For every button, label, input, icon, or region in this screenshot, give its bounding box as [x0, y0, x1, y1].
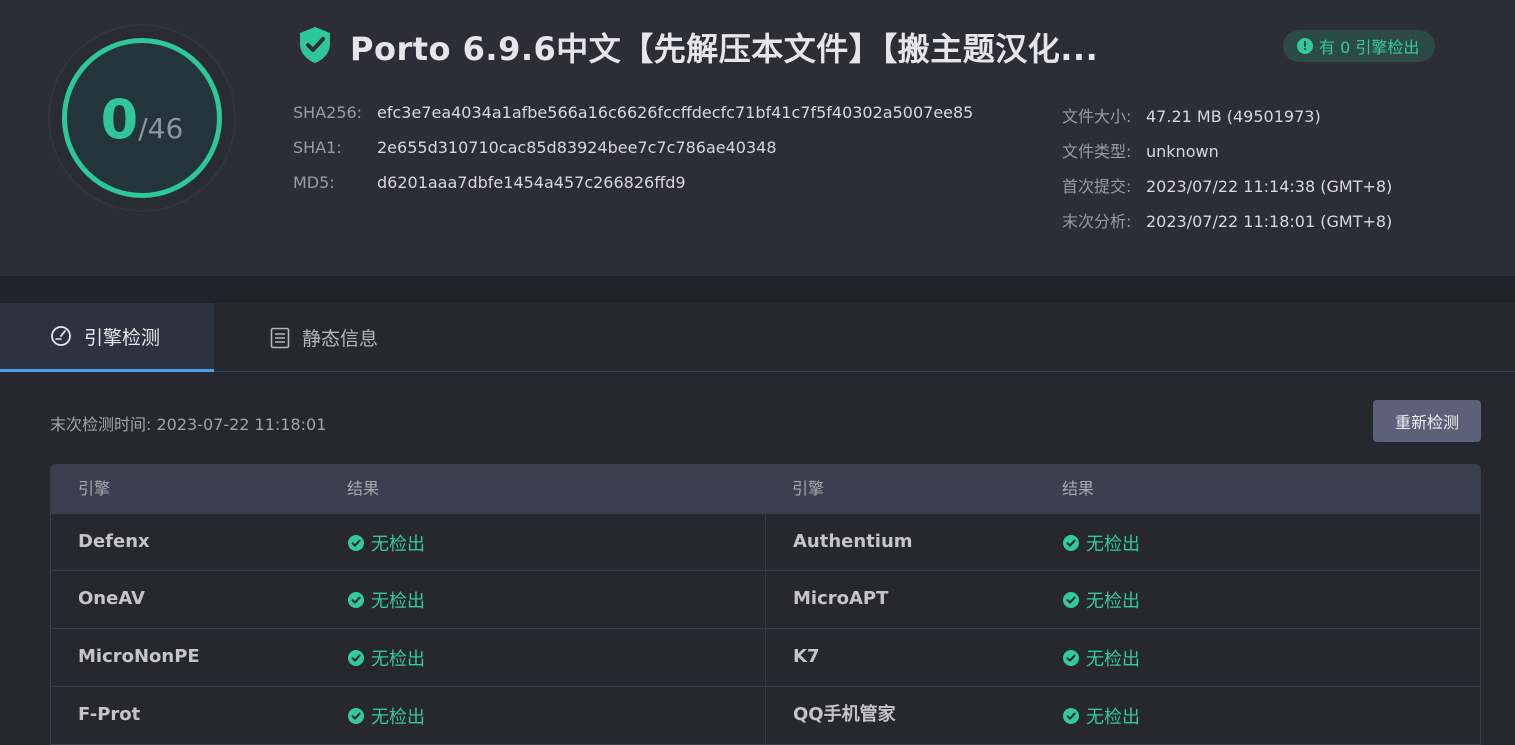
engine-result: 无检出 [348, 514, 425, 572]
engine-name: Authentium [793, 531, 913, 552]
detection-score-gauge: 0/46 [48, 24, 236, 212]
engine-result: 无检出 [348, 687, 425, 744]
engine-result: 无检出 [1063, 629, 1140, 687]
tab-bar: 引擎检测 静态信息 [0, 303, 1515, 372]
check-circle-icon [1063, 650, 1079, 666]
file-title: Porto 6.9.6中文【先解压本文件】【搬主题汉化... [350, 30, 1099, 68]
sha1-value[interactable]: 2e655d310710cac85d83924bee7c7c786ae40348 [377, 138, 777, 157]
hash-row-sha256: SHA256: efc3e7ea4034a1afbe566a16c6626fccf… [293, 103, 974, 122]
rescan-button[interactable]: 重新检测 [1373, 400, 1481, 442]
engine-result: 无检出 [1063, 571, 1140, 629]
engine-name: OneAV [78, 588, 145, 609]
last-scan-time: 末次检测时间: 2023-07-22 11:18:01 [50, 415, 327, 434]
sha256-value[interactable]: efc3e7ea4034a1afbe566a16c6626fccffdecfc7… [377, 103, 973, 122]
engine-name: QQ手机管家 [793, 704, 896, 725]
engine-name: Defenx [78, 531, 150, 552]
tab-label: 引擎检测 [84, 326, 161, 349]
header-engine-left: 引擎 [78, 479, 111, 498]
table-header: 引擎 结果 引擎 结果 [51, 465, 1480, 513]
meta-first-submitted: 首次提交: 2023/07/22 11:14:38 (GMT+8) [1062, 177, 1393, 196]
column-divider [765, 513, 766, 744]
list-icon [270, 327, 290, 348]
tab-engine-detection[interactable]: 引擎检测 [0, 303, 214, 372]
hash-row-md5: MD5: d6201aaa7dbfe1454a457c266826ffd9 [293, 173, 686, 192]
engine-result: 无检出 [348, 571, 425, 629]
meta-file-size: 文件大小: 47.21 MB (49501973) [1062, 107, 1321, 126]
hash-row-sha1: SHA1: 2e655d310710cac85d83924bee7c7c786ae… [293, 138, 777, 157]
check-circle-icon [1063, 535, 1079, 551]
detected-count: 0 [100, 88, 139, 151]
check-circle-icon [348, 592, 364, 608]
check-circle-icon [348, 708, 364, 724]
engine-name: MicroNonPE [78, 646, 200, 667]
engine-name: F-Prot [78, 704, 141, 725]
engine-name: K7 [793, 646, 820, 667]
table-row: Defenx 无检出 Authentium 无检出 [51, 513, 1480, 572]
check-circle-icon [348, 535, 364, 551]
md5-value[interactable]: d6201aaa7dbfe1454a457c266826ffd9 [377, 173, 686, 192]
table-row: F-Prot 无检出 QQ手机管家 无检出 [51, 686, 1480, 744]
check-circle-icon [1063, 708, 1079, 724]
engine-name: MicroAPT [793, 588, 889, 609]
meta-file-type: 文件类型: unknown [1062, 142, 1219, 161]
tab-label: 静态信息 [302, 328, 379, 350]
badge-label: 有 0 引擎检出 [1319, 38, 1420, 57]
table-row: OneAV 无检出 MicroAPT 无检出 [51, 570, 1480, 629]
gauge-icon [51, 326, 71, 346]
engine-results-table: 引擎 结果 引擎 结果 Defenx 无检出 Authentium 无检出 On… [50, 464, 1481, 745]
engine-result: 无检出 [348, 629, 425, 687]
shield-check-icon [300, 27, 330, 63]
detection-status-badge: ! 有 0 引擎检出 [1283, 30, 1435, 62]
tab-static-info[interactable]: 静态信息 [214, 303, 414, 372]
check-circle-icon [1063, 592, 1079, 608]
header-engine-right: 引擎 [792, 479, 825, 498]
header-result-left: 结果 [347, 479, 380, 498]
meta-last-analyzed: 末次分析: 2023/07/22 11:18:01 (GMT+8) [1062, 212, 1393, 231]
table-row: MicroNonPE 无检出 K7 无检出 [51, 628, 1480, 687]
engine-total: /46 [138, 112, 184, 145]
section-divider [0, 276, 1515, 303]
header-result-right: 结果 [1062, 479, 1095, 498]
check-circle-icon [348, 650, 364, 666]
engine-result: 无检出 [1063, 514, 1140, 572]
engine-result: 无检出 [1063, 687, 1140, 744]
score-ring: 0/46 [62, 38, 222, 198]
alert-icon: ! [1297, 38, 1313, 54]
